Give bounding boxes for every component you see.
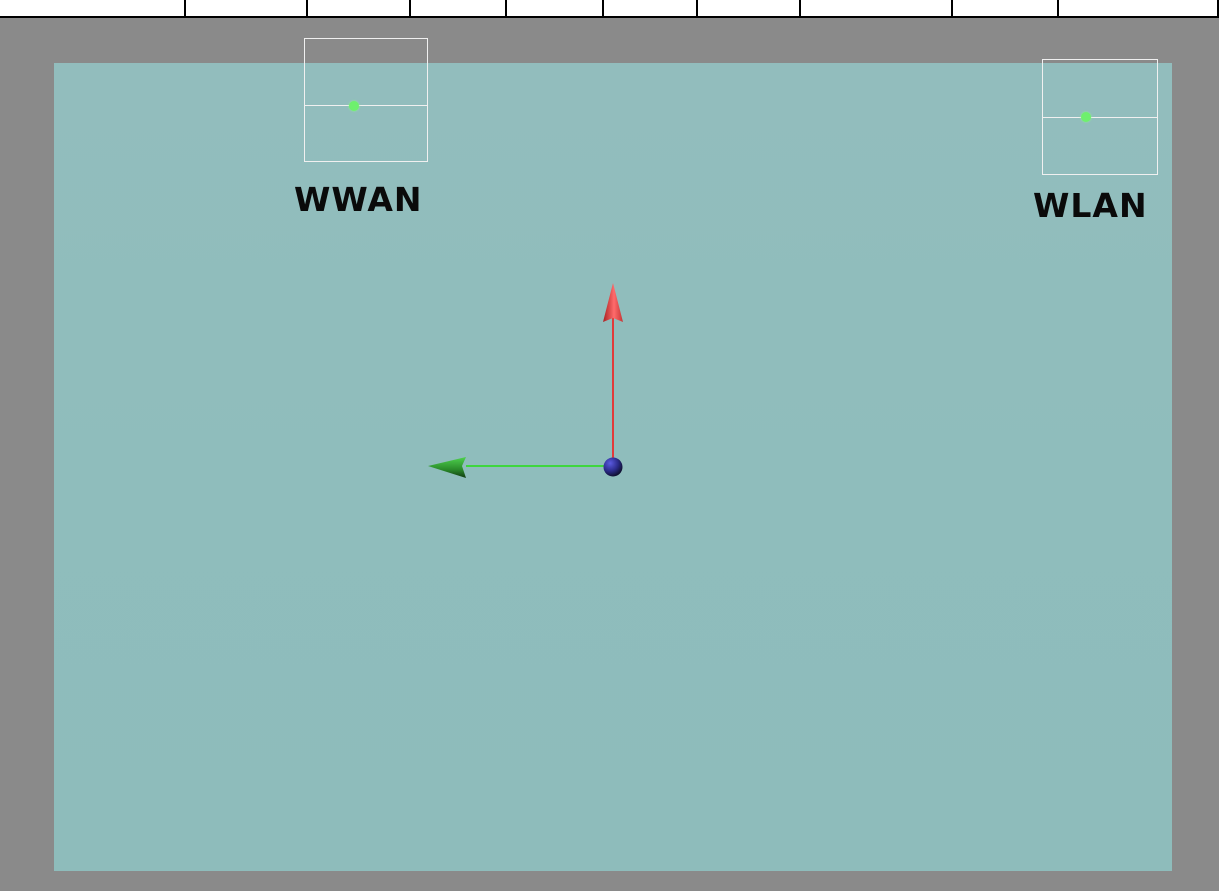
green-left-arrow-icon[interactable]	[428, 457, 466, 478]
red-up-arrow-icon[interactable]	[603, 283, 623, 322]
blue-origin-sphere-icon[interactable]	[603, 457, 623, 477]
transform-gizmo	[428, 283, 623, 478]
scene-view: WWAN WLAN	[0, 0, 1219, 891]
